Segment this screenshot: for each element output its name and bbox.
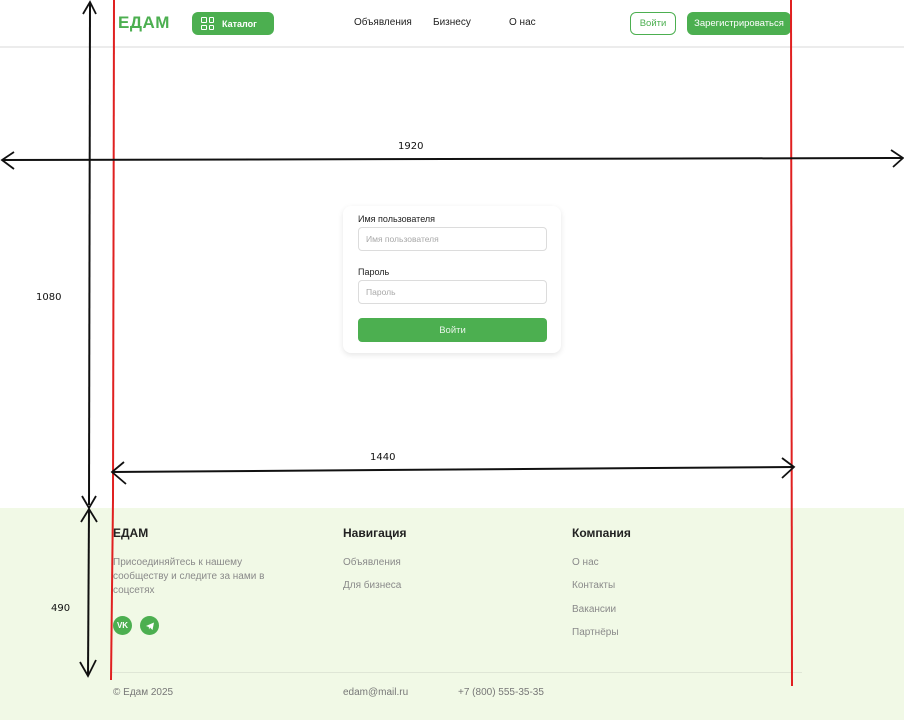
footer-link-listings[interactable]: Объявления — [343, 557, 401, 568]
footer-link-about[interactable]: О нас — [572, 557, 599, 568]
password-input[interactable] — [358, 280, 547, 304]
arrowhead-down-icon — [81, 495, 97, 510]
login-submit-button[interactable]: Войти — [358, 318, 547, 342]
footer-copyright: © Едам 2025 — [113, 687, 174, 698]
annotation-width-content: 1440 — [370, 452, 396, 463]
width-full-line — [1, 157, 904, 161]
red-guide-left-upper — [112, 0, 115, 501]
footer-link-partners[interactable]: Партнёры — [572, 627, 619, 638]
arrowhead-left-icon — [0, 151, 15, 170]
nav-link-about[interactable]: О нас — [509, 17, 536, 28]
footer-brand: ЕДАМ — [113, 526, 149, 540]
footer-navigation-title: Навигация — [343, 526, 407, 540]
login-card: Имя пользователя Пароль Войти — [343, 206, 561, 353]
footer-email[interactable]: edam@mail.ru — [343, 687, 408, 698]
footer-link-vacancies[interactable]: Вакансии — [572, 604, 616, 615]
password-label: Пароль — [358, 267, 390, 277]
paper-plane-icon — [145, 622, 154, 630]
catalog-button[interactable]: Каталог — [192, 12, 274, 35]
arrowhead-right-icon-content — [781, 457, 796, 479]
header-register-button[interactable]: Зарегистрироваться — [687, 12, 791, 35]
site-footer: ЕДАМ Присоединяйтесь к нашему сообществу… — [0, 508, 904, 720]
annotation-height-footer: 490 — [51, 603, 71, 614]
nav-link-business[interactable]: Бизнесу — [433, 17, 471, 28]
footer-phone[interactable]: +7 (800) 555-35-35 — [458, 687, 544, 698]
arrowhead-right-icon — [890, 149, 904, 168]
annotation-width-full: 1920 — [398, 141, 424, 152]
arrowhead-left-icon-content — [110, 461, 127, 485]
footer-link-business[interactable]: Для бизнеса — [343, 580, 401, 591]
footer-company-title: Компания — [572, 526, 631, 540]
header-login-button[interactable]: Войти — [630, 12, 676, 35]
telegram-icon[interactable] — [140, 616, 159, 635]
grid-icon — [201, 17, 214, 30]
footer-divider — [110, 672, 802, 673]
footer-link-contacts[interactable]: Контакты — [572, 580, 615, 591]
username-label: Имя пользователя — [358, 214, 436, 224]
annotation-height-main: 1080 — [36, 292, 62, 303]
width-content-line — [111, 466, 795, 473]
site-logo[interactable]: ЕДАМ — [118, 13, 170, 33]
nav-link-listings[interactable]: Объявления — [354, 17, 412, 28]
username-input[interactable] — [358, 227, 547, 251]
height-main-line — [88, 3, 91, 506]
catalog-button-label: Каталог — [222, 18, 257, 29]
vk-icon[interactable]: VK — [113, 616, 132, 635]
site-header: ЕДАМ Каталог Объявления Бизнесу О нас Во… — [0, 0, 904, 48]
footer-tagline: Присоединяйтесь к нашему сообществу и сл… — [113, 557, 265, 596]
